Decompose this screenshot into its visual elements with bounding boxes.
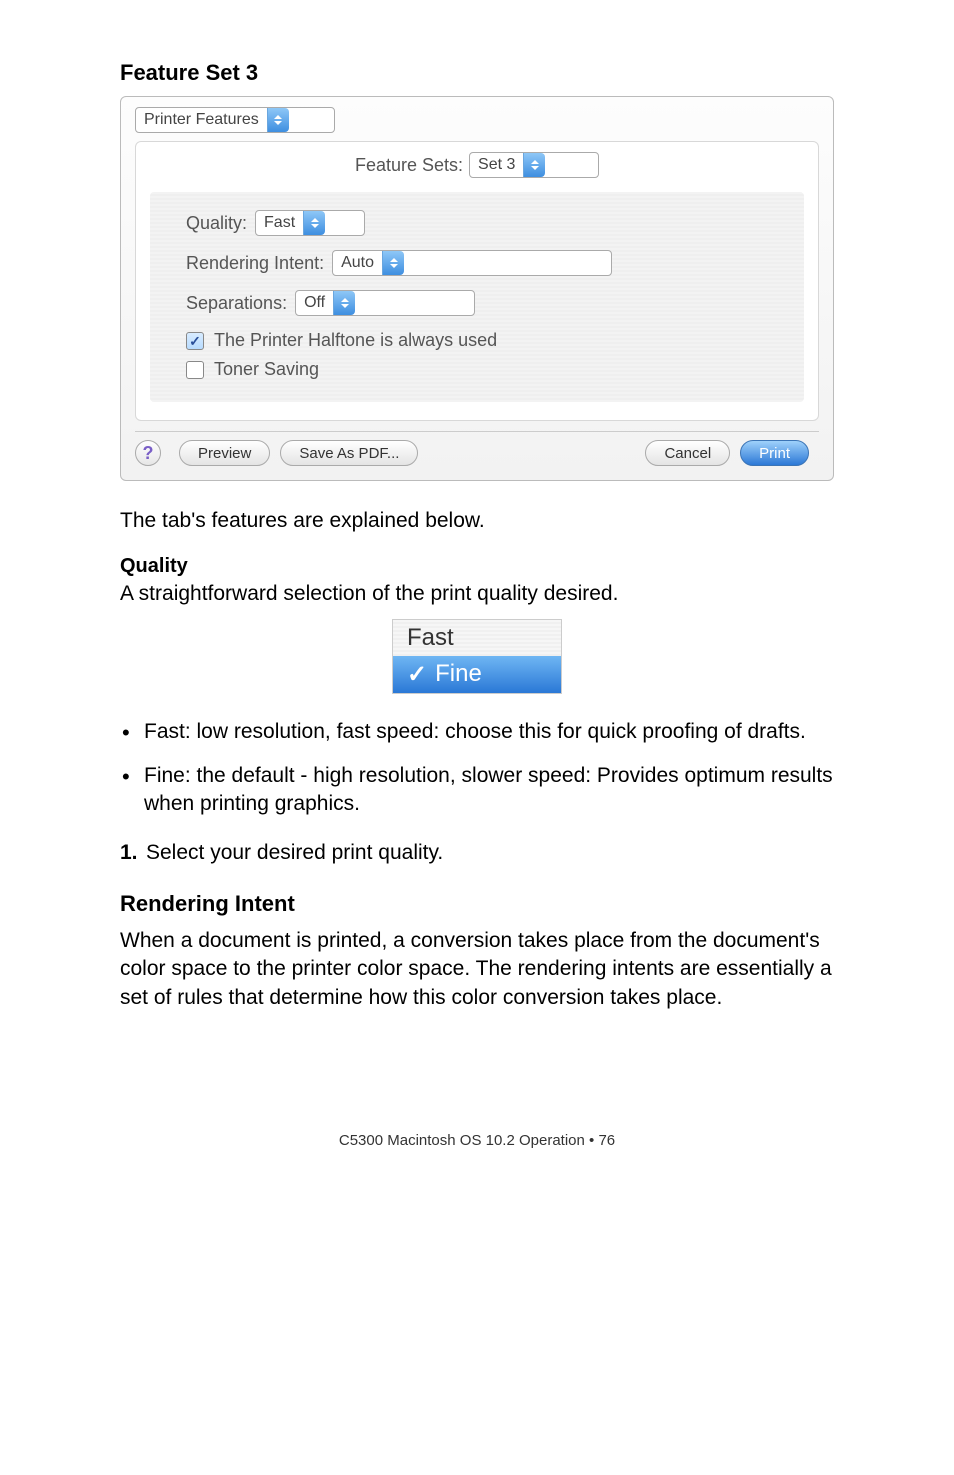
- step-1: 1. Select your desired print quality.: [120, 839, 834, 867]
- divider: [135, 431, 819, 432]
- quality-desc: A straightforward selection of the print…: [120, 580, 834, 608]
- cancel-button[interactable]: Cancel: [645, 440, 730, 466]
- halftone-checkbox[interactable]: [186, 332, 204, 350]
- quality-select[interactable]: Fast: [255, 210, 365, 236]
- bullet-fast: Fast: low resolution, fast speed: choose…: [120, 718, 834, 746]
- print-button[interactable]: Print: [740, 440, 809, 466]
- stepper-arrows-icon: [382, 251, 404, 275]
- feature-sets-value: Set 3: [470, 156, 523, 174]
- preview-button[interactable]: Preview: [179, 440, 270, 466]
- quality-menu-screenshot: Fast Fine: [392, 619, 562, 694]
- step-1-number: 1.: [120, 839, 138, 867]
- rendering-intent-value: Auto: [333, 254, 382, 272]
- page-footer: C5300 Macintosh OS 10.2 Operation • 76: [120, 1132, 834, 1149]
- stepper-arrows-icon: [333, 291, 355, 315]
- separations-select[interactable]: Off: [295, 290, 475, 316]
- bullet-fine: Fine: the default - high resolution, slo…: [120, 762, 834, 819]
- stepper-arrows-icon: [523, 153, 545, 177]
- print-dialog-screenshot: Printer Features Feature Sets: Set 3 Qua…: [120, 96, 834, 481]
- separations-label: Separations:: [186, 293, 287, 314]
- quality-bullets: Fast: low resolution, fast speed: choose…: [120, 718, 834, 819]
- stepper-arrows-icon: [303, 211, 325, 235]
- step-1-text: Select your desired print quality.: [146, 841, 443, 864]
- quality-label: Quality:: [186, 213, 247, 234]
- main-panel-select-text: Printer Features: [136, 111, 267, 129]
- save-as-pdf-button[interactable]: Save As PDF...: [280, 440, 418, 466]
- feature-sets-select[interactable]: Set 3: [469, 152, 599, 178]
- toner-saving-checkbox[interactable]: [186, 361, 204, 379]
- help-button[interactable]: ?: [135, 440, 161, 466]
- toner-saving-checkbox-label: Toner Saving: [214, 359, 319, 380]
- rendering-intent-heading: Rendering Intent: [120, 891, 834, 917]
- main-panel-select[interactable]: Printer Features: [135, 107, 335, 133]
- separations-value: Off: [296, 294, 333, 312]
- explain-text: The tab's features are explained below.: [120, 507, 834, 535]
- rendering-intent-paragraph: When a document is printed, a conversion…: [120, 927, 834, 1012]
- stepper-arrows-icon: [267, 108, 289, 132]
- quality-heading: Quality: [120, 555, 834, 578]
- heading-feature-set-3: Feature Set 3: [120, 60, 834, 86]
- quality-value: Fast: [256, 214, 303, 232]
- quality-option-fine-selected: Fine: [393, 656, 561, 693]
- halftone-checkbox-label: The Printer Halftone is always used: [214, 330, 497, 351]
- quality-option-fast: Fast: [393, 620, 561, 656]
- rendering-intent-select[interactable]: Auto: [332, 250, 612, 276]
- rendering-intent-label: Rendering Intent:: [186, 253, 324, 274]
- feature-sets-label: Feature Sets:: [355, 155, 463, 176]
